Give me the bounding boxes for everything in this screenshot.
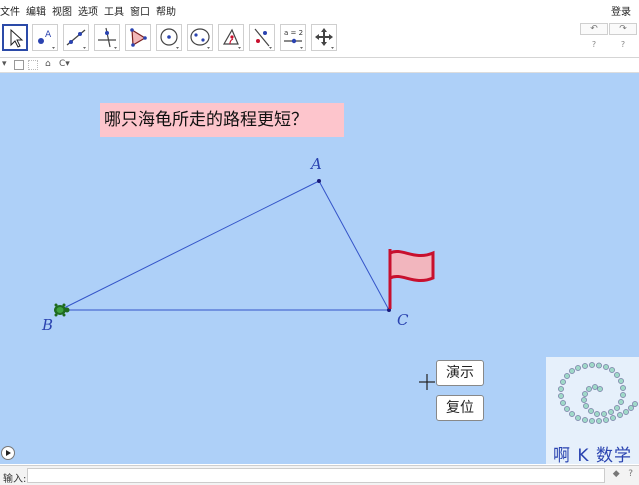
label-b: B — [42, 316, 54, 334]
logo-panel: 啊 K 数学 — [546, 357, 639, 464]
menu-tools[interactable]: 工具 — [104, 3, 124, 18]
play-icon — [6, 450, 11, 456]
point-capture-icon[interactable]: C▾ — [59, 59, 70, 69]
perpendicular-tool-icon — [98, 27, 117, 49]
graphics-view[interactable]: 哪只海龟所走的路程更短？ A B C 演示 复位 啊 K 数学 — [0, 73, 639, 464]
turtle-icon[interactable] — [54, 303, 70, 317]
toolbar: A a = 2 ↶ ↷ ? ? — [0, 19, 639, 58]
point-tool-button[interactable]: A — [32, 24, 58, 51]
move-tool-button[interactable] — [2, 24, 28, 51]
move-view-tool-button[interactable] — [311, 24, 337, 51]
help-icon[interactable]: ? — [588, 39, 600, 51]
perpendicular-tool-button[interactable] — [94, 24, 120, 51]
polygon-tool-icon — [130, 28, 147, 47]
input-help-icon[interactable]: ? — [628, 469, 633, 479]
settings-help-icon[interactable]: ? — [617, 39, 629, 51]
menu-view[interactable]: 视图 — [52, 3, 72, 18]
ellipse-tool-button[interactable] — [187, 24, 213, 51]
circle-tool-button[interactable] — [156, 24, 182, 51]
ellipse-tool-icon — [190, 28, 210, 49]
slider-tool-icon: a = 2 — [284, 29, 303, 49]
input-field[interactable] — [27, 468, 605, 483]
segment-ba[interactable] — [59, 180, 320, 311]
login-link[interactable]: 登录 — [611, 3, 631, 18]
reflect-tool-icon — [254, 28, 272, 49]
home-icon[interactable]: ⌂ — [45, 59, 51, 69]
redo-button[interactable]: ↷ — [609, 23, 637, 35]
label-a: A — [311, 155, 322, 173]
input-icons: ◆ ? — [613, 469, 633, 479]
undo-button[interactable]: ↶ — [580, 23, 608, 35]
angle-tool-button[interactable] — [218, 24, 244, 51]
grid-toggle-icon[interactable] — [28, 60, 38, 70]
move-tool-icon — [10, 28, 24, 48]
menu-file[interactable]: 文件 — [0, 3, 20, 18]
polygon-tool-button[interactable] — [125, 24, 151, 51]
circle-tool-icon — [160, 28, 179, 49]
label-c: C — [397, 311, 409, 329]
point-a[interactable] — [317, 179, 321, 183]
svg-text:A: A — [45, 30, 52, 40]
spiral-logo-icon — [558, 362, 638, 424]
move-view-tool-icon — [315, 28, 334, 49]
menu-help[interactable]: 帮助 — [156, 3, 176, 18]
symbols-icon[interactable]: ◆ — [613, 469, 620, 479]
input-bar: 输入: ◆ ? — [0, 465, 639, 485]
logo-text: 啊 K 数学 — [553, 446, 632, 464]
angle-tool-icon — [222, 28, 241, 49]
svg-text:a = 2: a = 2 — [284, 29, 303, 37]
slider-tool-button[interactable]: a = 2 — [280, 24, 306, 51]
axes-toggle-icon[interactable] — [14, 60, 24, 70]
line-tool-button[interactable] — [63, 24, 89, 51]
style-toggle-icon[interactable]: ▾ — [2, 59, 7, 69]
point-tool-icon: A — [38, 30, 55, 49]
input-label: 输入: — [3, 474, 27, 485]
geometry-drawing — [54, 179, 435, 390]
menu-bar: 文件 编辑 视图 选项 工具 窗口 帮助 登录 — [0, 0, 639, 19]
menu-edit[interactable]: 编辑 — [26, 3, 46, 18]
segment-ac[interactable] — [318, 180, 390, 311]
line-tool-icon — [66, 29, 86, 49]
demo-button[interactable]: 演示 — [436, 360, 484, 386]
style-bar: ▾ ⌂ C▾ — [0, 58, 639, 73]
menu-options[interactable]: 选项 — [78, 3, 98, 18]
menu-window[interactable]: 窗口 — [130, 3, 150, 18]
flag-icon — [388, 249, 435, 309]
reflect-tool-button[interactable] — [249, 24, 275, 51]
reset-button[interactable]: 复位 — [436, 395, 484, 421]
play-animation-button[interactable] — [1, 446, 15, 460]
crosshair-cursor-icon — [419, 374, 435, 390]
